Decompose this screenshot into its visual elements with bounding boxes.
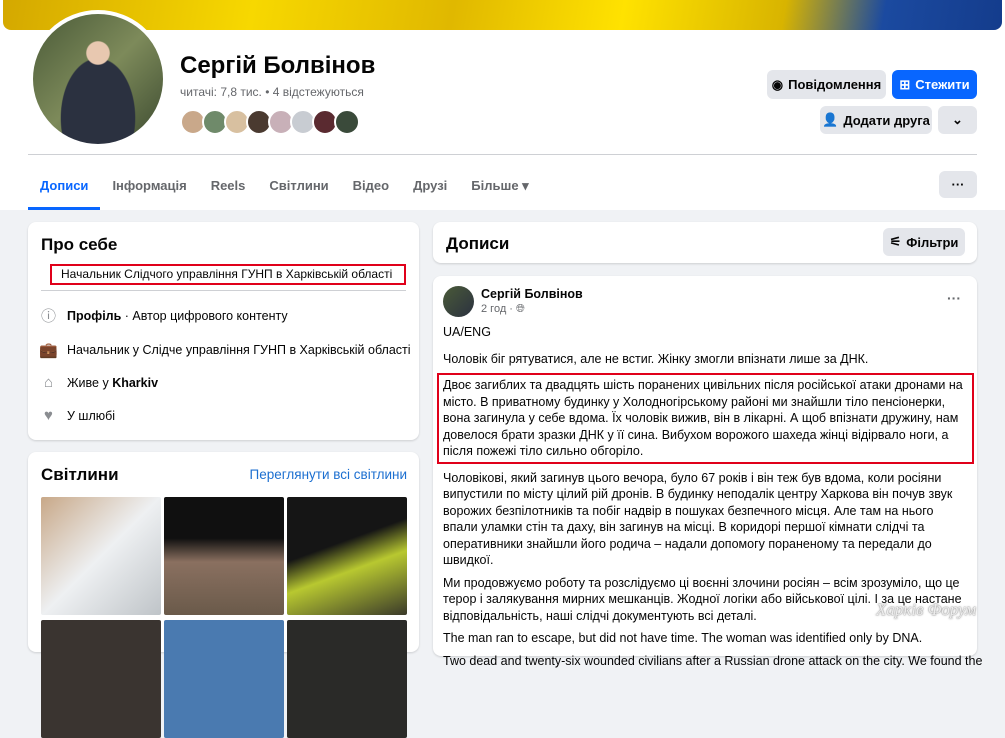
post-paragraph: Чоловікові, який загинув цього вечора, б…: [443, 470, 953, 568]
post-paragraph: The man ran to escape, but did not have …: [443, 631, 923, 645]
photo-thumbnail[interactable]: [287, 620, 407, 738]
follow-icon: ⊞: [899, 76, 911, 92]
post-paragraph: UA/ENG: [443, 325, 491, 339]
watermark-logo: Харків Форум: [876, 600, 977, 619]
profile-avatar[interactable]: [29, 10, 167, 148]
tab-more[interactable]: Більше ▾: [459, 166, 540, 210]
info-icon: ⓘ: [40, 308, 56, 325]
profile-stats[interactable]: читачі: 7,8 тис. • 4 відстежуються: [180, 85, 364, 99]
posts-header-card: Дописи ⚟ Фільтри: [433, 222, 977, 263]
post-author-avatar[interactable]: [443, 286, 474, 317]
chevron-down-button[interactable]: ⌄: [938, 106, 977, 134]
see-all-photos-link[interactable]: Переглянути всі світлини: [250, 467, 407, 482]
post-options-icon[interactable]: ···: [947, 290, 961, 306]
message-button[interactable]: ◉ Повідомлення: [767, 70, 886, 99]
location-link[interactable]: Kharkiv: [112, 376, 158, 390]
post-paragraph-highlighted: Двоє загиблих та двадцять шість поранени…: [437, 373, 974, 464]
tab-info[interactable]: Інформація: [100, 166, 198, 210]
add-person-icon: 👤: [822, 112, 839, 127]
tab-reels[interactable]: Reels: [199, 166, 258, 210]
briefcase-icon: 💼: [39, 341, 58, 359]
heart-icon: ♥: [44, 407, 53, 424]
photo-thumbnail[interactable]: [164, 620, 284, 738]
photos-card: Світлини Переглянути всі світлини: [28, 452, 419, 738]
profile-name: Сергій Болвінов: [180, 52, 376, 79]
info-location: ⌂ Живе у Kharkiv: [40, 374, 158, 391]
more-options-button[interactable]: ···: [939, 171, 977, 198]
filter-icon: ⚟: [889, 234, 902, 249]
post-author[interactable]: Сергій Болвінов: [481, 287, 583, 301]
photo-thumbnail[interactable]: [287, 497, 407, 615]
tab-posts[interactable]: Дописи: [28, 166, 101, 210]
add-friend-button[interactable]: 👤 Додати друга: [820, 106, 932, 134]
divider: [41, 290, 406, 291]
globe-icon: 🌐︎: [516, 303, 525, 315]
post-card: Сергій Болвінов 2 год · 🌐︎ ··· UA/ENG Чо…: [433, 276, 982, 668]
follow-button[interactable]: ⊞ Стежити: [892, 70, 977, 99]
photo-thumbnail[interactable]: [41, 497, 161, 615]
post-paragraph: Чоловік біг рятуватися, але не встиг. Жі…: [443, 351, 869, 366]
cover-photo[interactable]: [3, 0, 1002, 30]
bio-text: Начальник Слідчого управління ГУНП в Хар…: [50, 264, 406, 285]
info-relationship: ♥ У шлюбі: [40, 407, 115, 424]
post-paragraph: Two dead and twenty-six wounded civilian…: [443, 653, 983, 668]
about-title: Про себе: [41, 235, 118, 254]
friend-avatar[interactable]: [334, 109, 360, 135]
photo-thumbnail[interactable]: [41, 620, 161, 738]
photos-title: Світлини: [41, 465, 119, 484]
tab-friends[interactable]: Друзі: [401, 166, 459, 210]
info-profile: ⓘ Профіль · Автор цифрового контенту: [40, 308, 288, 325]
tab-video[interactable]: Відео: [341, 166, 401, 210]
photo-thumbnail[interactable]: [164, 497, 284, 615]
home-icon: ⌂: [43, 374, 54, 391]
divider: [28, 154, 977, 155]
about-card: Про себе Начальник Слідчого управління Г…: [28, 222, 419, 440]
profile-tabs: Дописи Інформація Reels Світлини Відео Д…: [28, 166, 541, 210]
post-body: UA/ENG Чоловік біг рятуватися, але не вс…: [437, 324, 983, 675]
messenger-icon: ◉: [771, 76, 784, 92]
tab-photos[interactable]: Світлини: [257, 166, 340, 210]
info-work: 💼 Начальник у Слідче управління ГУНП в Ха…: [39, 341, 411, 359]
post-time[interactable]: 2 год · 🌐︎: [481, 303, 525, 316]
posts-title: Дописи: [446, 234, 510, 253]
filters-button[interactable]: ⚟ Фільтри: [883, 228, 965, 256]
friend-avatars: [180, 109, 360, 135]
